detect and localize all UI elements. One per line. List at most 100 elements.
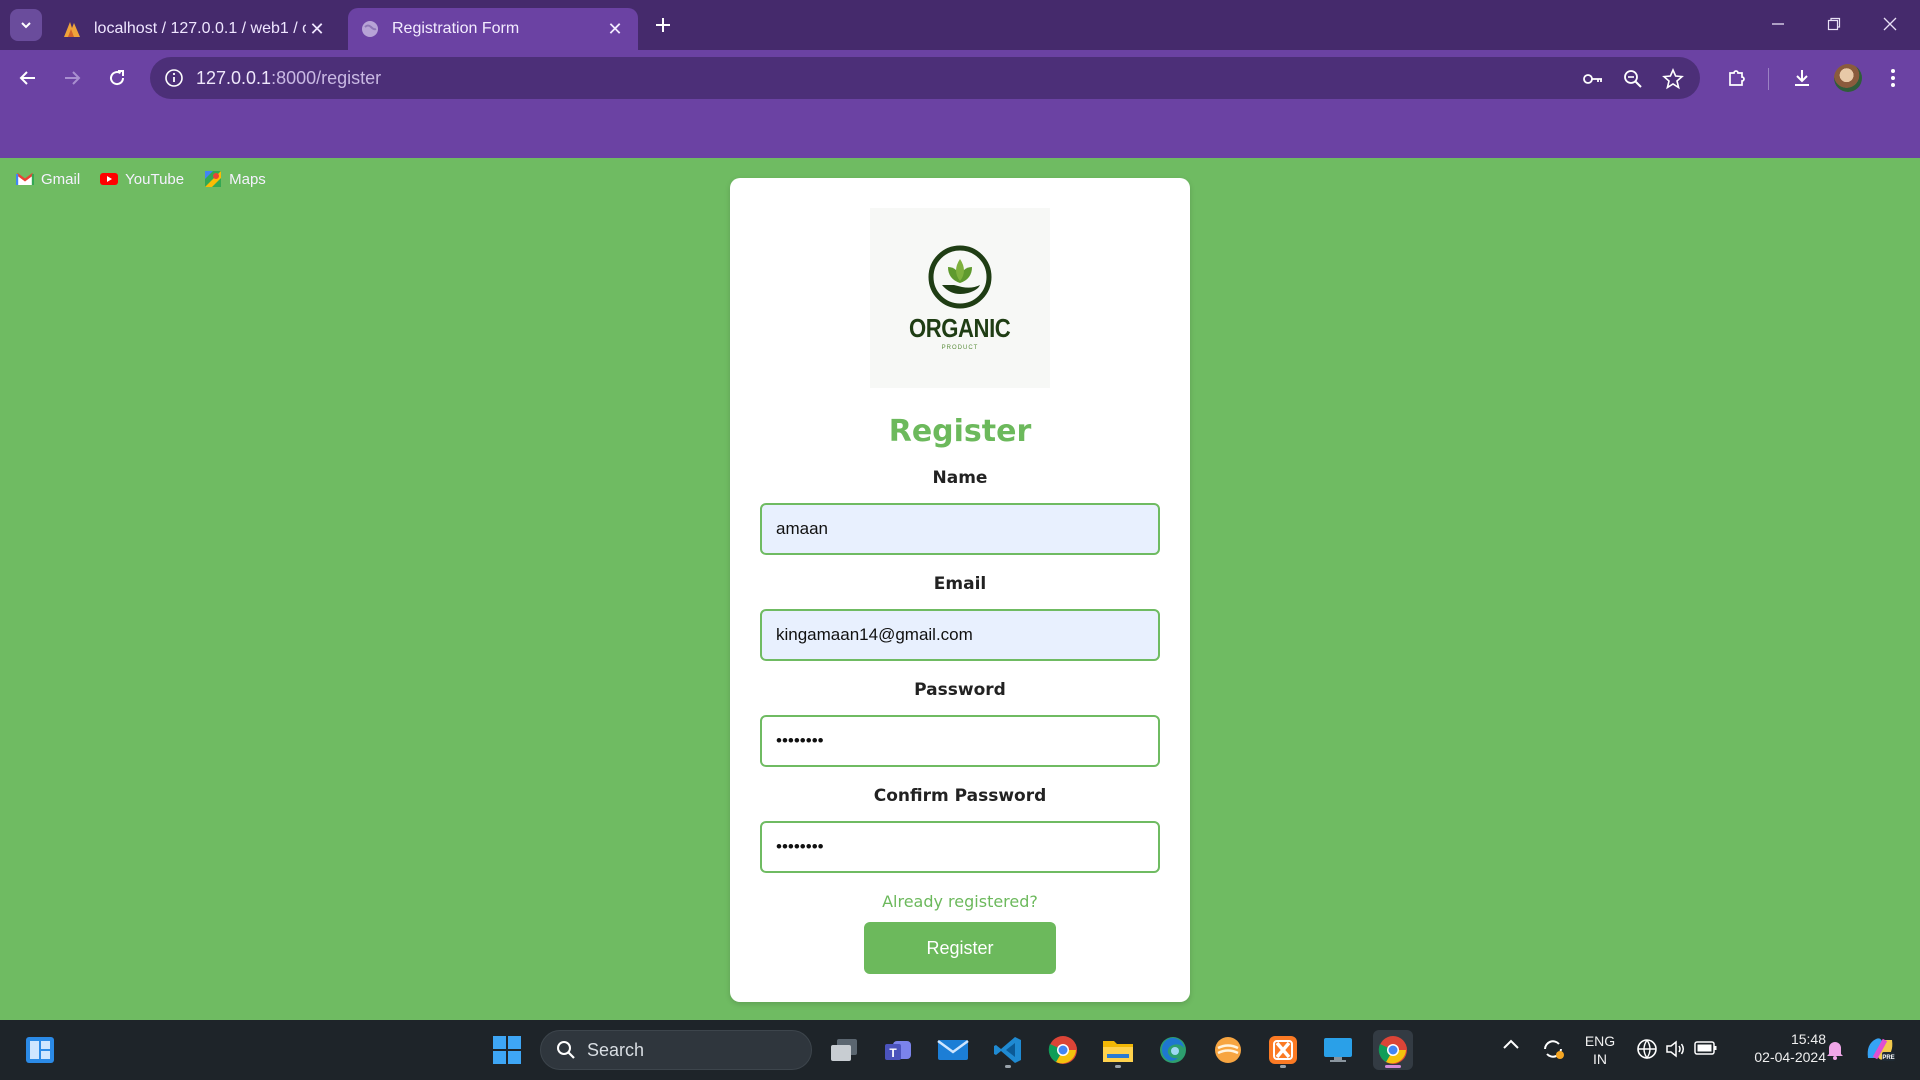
monitor-icon (1324, 1038, 1352, 1062)
chrome-app[interactable] (1043, 1030, 1083, 1070)
gmail-icon (16, 173, 34, 185)
taskbar-search[interactable]: Search (540, 1030, 812, 1070)
battery-tray-icon[interactable] (1694, 1040, 1718, 1056)
name-field[interactable] (760, 503, 1160, 555)
phpmyadmin-icon (62, 19, 82, 39)
widgets-icon (26, 1037, 54, 1063)
new-tab-button[interactable] (648, 10, 678, 40)
show-hidden-icons-button[interactable] (1502, 1038, 1520, 1050)
bookmark-star-icon[interactable] (1660, 66, 1686, 92)
running-indicator (1280, 1065, 1286, 1068)
youtube-icon (100, 173, 119, 185)
running-indicator (1385, 1065, 1401, 1068)
tab-registration-form[interactable]: Registration Form ✕ (348, 8, 638, 50)
volume-tray-icon[interactable] (1664, 1038, 1686, 1060)
address-bar[interactable]: 127.0.0.1:8000/register (150, 57, 1700, 99)
xampp-app[interactable] (1263, 1030, 1303, 1070)
edge-app[interactable] (1153, 1030, 1193, 1070)
clock-time: 15:48 (1790, 1031, 1826, 1047)
url-host: 127.0.0.1 (196, 68, 272, 88)
clock[interactable]: 15:48 02-04-2024 (1730, 1030, 1826, 1066)
chrome-icon (1048, 1036, 1077, 1064)
vscode-app[interactable] (988, 1030, 1028, 1070)
email-label: Email (933, 574, 987, 594)
reload-icon (110, 70, 125, 86)
chrome-active-window[interactable] (1373, 1030, 1413, 1070)
orange-app-icon (1215, 1037, 1241, 1063)
mail-app[interactable] (933, 1030, 973, 1070)
key-icon[interactable] (1580, 66, 1606, 92)
back-button[interactable] (13, 63, 43, 93)
bell-icon (1827, 1042, 1843, 1060)
sublime-app[interactable] (1208, 1030, 1248, 1070)
sync-icon (1544, 1040, 1564, 1059)
toolbar-separator (1768, 68, 1769, 90)
bookmark-youtube[interactable]: YouTube (100, 170, 184, 188)
notifications-button[interactable] (1824, 1038, 1846, 1060)
globe-icon (360, 19, 380, 39)
close-icon[interactable]: ✕ (604, 18, 626, 40)
site-info-icon[interactable] (162, 66, 186, 90)
task-view-button[interactable] (824, 1030, 864, 1070)
search-icon (555, 1039, 577, 1061)
register-button[interactable]: Register (864, 922, 1056, 974)
tab-strip: localhost / 127.0.0.1 / web1 / or ✕ Regi… (0, 0, 1920, 50)
close-window-button[interactable] (1868, 8, 1912, 40)
reload-button[interactable] (102, 63, 132, 93)
url-text[interactable]: 127.0.0.1:8000/register (196, 68, 381, 89)
folder-icon (1103, 1041, 1133, 1062)
close-icon[interactable]: ✕ (306, 18, 328, 40)
logo-text: ORGANIC (909, 313, 1011, 343)
logo-subtext: PRODUCT (941, 345, 979, 351)
bookmark-gmail[interactable]: Gmail (16, 170, 80, 188)
browser-menu-button[interactable] (1878, 63, 1908, 93)
language-code: ENG (1584, 1033, 1616, 1049)
profile-avatar[interactable] (1834, 64, 1862, 92)
battery-icon (1694, 1041, 1717, 1055)
minimize-icon (1772, 23, 1784, 25)
sync-tray-icon[interactable] (1540, 1036, 1566, 1062)
start-button[interactable] (487, 1030, 527, 1070)
extensions-button[interactable] (1722, 63, 1752, 93)
downloads-button[interactable] (1787, 63, 1817, 93)
clock-date: 02-04-2024 (1754, 1049, 1826, 1065)
widgets-button[interactable] (20, 1030, 60, 1070)
already-registered-link[interactable]: Already registered? (730, 892, 1190, 911)
windows-logo-icon (493, 1036, 521, 1064)
confirm-password-label: Confirm Password (873, 786, 1047, 806)
mail-icon (937, 1039, 969, 1060)
page-title: Register (888, 414, 1032, 449)
bookmark-label: YouTube (125, 170, 185, 188)
edge-icon (1160, 1037, 1186, 1063)
file-explorer-app[interactable] (1098, 1030, 1138, 1070)
zoom-icon[interactable] (1620, 66, 1646, 92)
bookmark-maps[interactable]: Maps (204, 170, 266, 188)
language-indicator[interactable]: ENG IN (1578, 1032, 1622, 1068)
password-label: Password (914, 680, 1006, 700)
name-label: Name (932, 468, 988, 488)
task-view-icon (831, 1039, 857, 1061)
chevron-down-icon (21, 22, 31, 29)
search-label: Search (587, 1039, 645, 1060)
teams-icon: T (885, 1041, 911, 1060)
xampp-icon (1269, 1036, 1297, 1064)
copilot-button[interactable]: PRE (1864, 1034, 1896, 1064)
running-indicator (1005, 1065, 1011, 1068)
remote-desktop-app[interactable] (1318, 1030, 1358, 1070)
svg-text:T: T (889, 1046, 897, 1060)
minimize-button[interactable] (1756, 8, 1800, 40)
teams-app[interactable]: T (878, 1030, 918, 1070)
bookmark-label: Gmail (41, 170, 81, 188)
vscode-icon (994, 1037, 1021, 1063)
tab-search-button[interactable] (10, 9, 42, 41)
arrow-left-icon (19, 71, 35, 85)
email-field[interactable] (760, 609, 1160, 661)
chrome-icon (1378, 1036, 1407, 1064)
password-field[interactable] (760, 715, 1160, 767)
tab-phpmyadmin[interactable]: localhost / 127.0.0.1 / web1 / or ✕ (50, 8, 340, 50)
forward-button[interactable] (57, 63, 87, 93)
network-tray-icon[interactable] (1636, 1038, 1658, 1060)
confirm-password-field[interactable] (760, 821, 1160, 873)
restore-button[interactable] (1812, 8, 1856, 40)
plus-icon (656, 18, 670, 32)
